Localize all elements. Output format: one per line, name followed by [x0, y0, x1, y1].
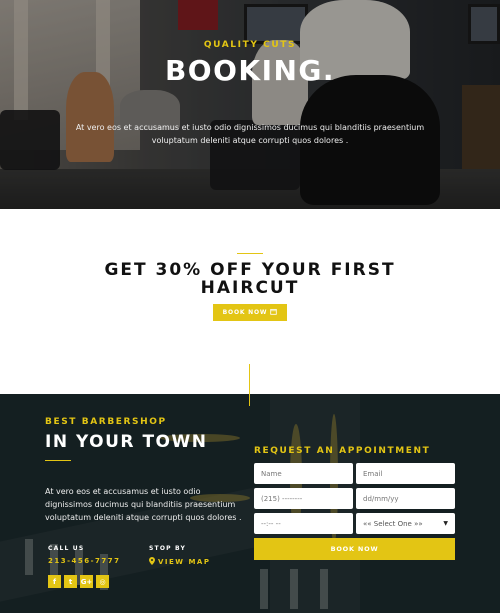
divider [237, 253, 263, 254]
appointment-title: REQUEST AN APPOINTMENT [254, 446, 431, 456]
instagram-icon[interactable]: ◎ [96, 575, 109, 588]
service-select[interactable]: «« Select One »» ▼ [356, 513, 455, 534]
about-title: IN YOUR TOWN [45, 432, 208, 452]
calendar-icon [270, 308, 278, 317]
time-field[interactable]: --:-- -- [254, 513, 353, 534]
service-select-value: «« Select One »» [363, 519, 423, 528]
book-now-label: BOOK NOW [222, 309, 268, 316]
phone-field[interactable]: (215) -------- [254, 488, 353, 509]
promo-section: GET 30% OFF YOUR FIRST HAIRCUT BOOK NOW [0, 209, 500, 394]
hero-description: At vero eos et accusamus et iusto odio d… [75, 123, 425, 145]
facebook-icon[interactable]: f [48, 575, 61, 588]
map-pin-icon [149, 557, 155, 567]
name-field[interactable]: Name [254, 463, 353, 484]
hero-eyebrow: QUALITY CUTS [203, 40, 297, 50]
hero-section: QUALITY CUTS BOOKING. At vero eos et acc… [0, 0, 500, 209]
email-field[interactable]: Email [356, 463, 455, 484]
view-map-label: VIEW MAP [158, 558, 211, 566]
caret-down-icon: ▼ [443, 520, 448, 527]
divider-line [249, 364, 250, 406]
date-field[interactable]: dd/mm/yy [356, 488, 455, 509]
divider [45, 460, 71, 461]
twitter-icon[interactable]: t [64, 575, 77, 588]
social-links: f t G+ ◎ [48, 575, 109, 588]
google-plus-icon[interactable]: G+ [80, 575, 93, 588]
submit-booking-button[interactable]: BOOK NOW [254, 538, 455, 560]
about-description: At vero eos et accusamus et iusto odio d… [45, 487, 242, 522]
contact-section: BEST BARBERSHOP IN YOUR TOWN At vero eos… [0, 394, 500, 613]
hero-title: BOOKING. [164, 54, 336, 87]
book-now-button[interactable]: BOOK NOW [213, 304, 287, 321]
phone-link[interactable]: 213-456-7777 [48, 557, 121, 565]
promo-title: GET 30% OFF YOUR FIRST HAIRCUT [104, 260, 396, 298]
about-eyebrow: BEST BARBERSHOP [45, 417, 167, 427]
stop-by-label: STOP BY [149, 545, 186, 552]
view-map-link[interactable]: VIEW MAP [149, 557, 210, 567]
call-us-label: CALL US [48, 545, 85, 552]
